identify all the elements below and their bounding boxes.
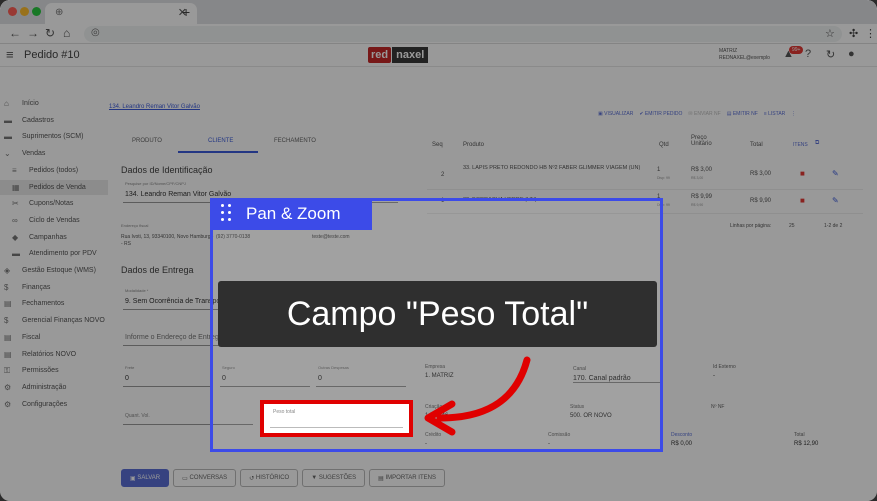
browser-window: ⊕ ✕ + ← → ↻ ⌂ ◎ ☆ ✣ ⋮ ≡ Pedido #10 red na… bbox=[0, 0, 877, 501]
pointer-arrow bbox=[424, 356, 531, 436]
